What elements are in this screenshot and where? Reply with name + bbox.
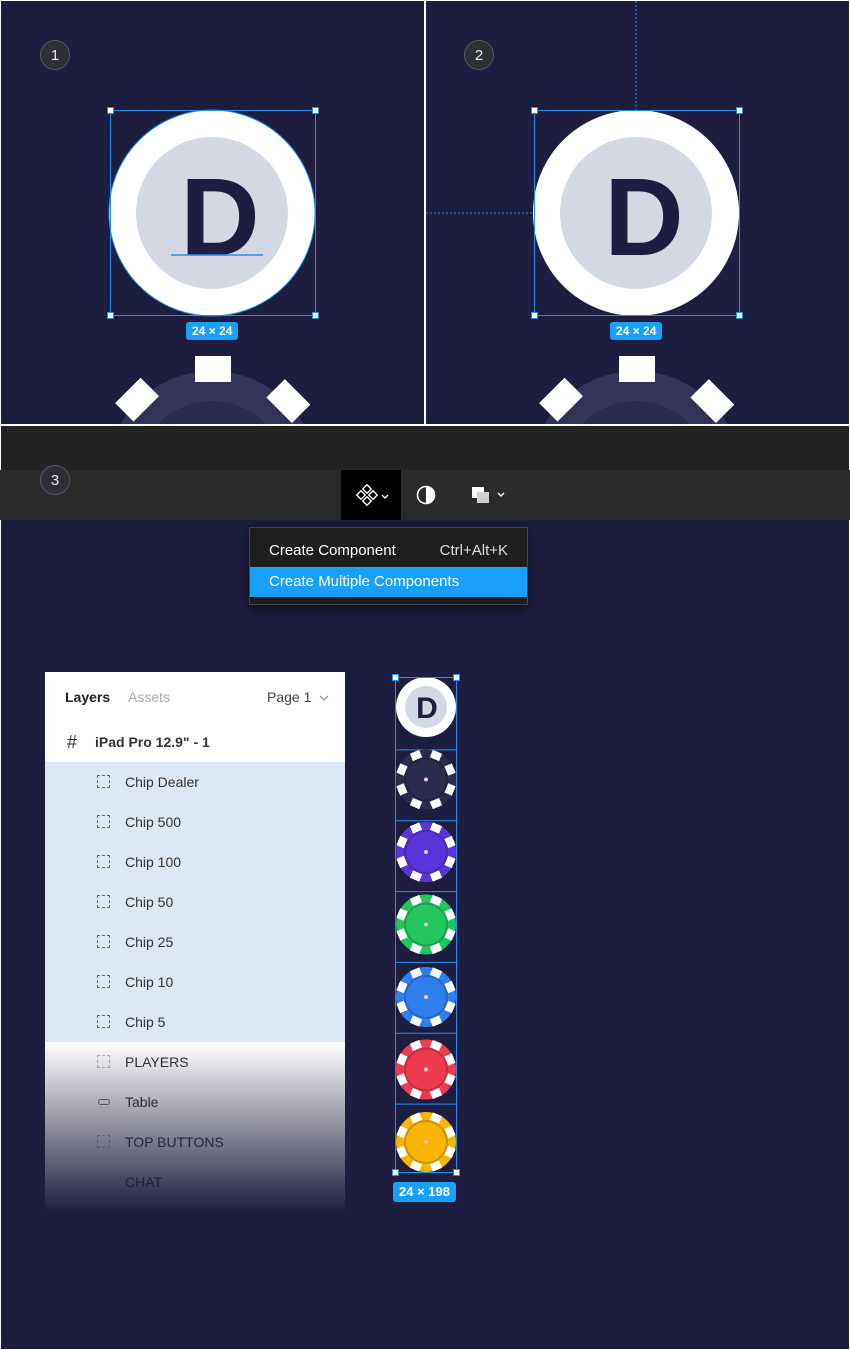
- frame-icon: #: [67, 732, 78, 752]
- layer-row[interactable]: Chip Dealer: [45, 762, 345, 802]
- dimension-label: 24 × 24: [610, 322, 663, 340]
- group-icon: [97, 895, 110, 908]
- group-icon: [97, 1015, 110, 1028]
- selection-frame: [110, 110, 316, 316]
- layer-label: TOP BUTTONS: [125, 1134, 224, 1150]
- dimension-label: 24 × 198: [393, 1182, 456, 1202]
- boolean-icon: [472, 487, 505, 503]
- resize-handle-tr[interactable]: [453, 674, 460, 681]
- tab-assets[interactable]: Assets: [128, 689, 170, 705]
- rectangle-icon: [98, 1099, 110, 1105]
- menu-item-shortcut: Ctrl+Alt+K: [439, 542, 508, 559]
- group-icon: [97, 935, 110, 948]
- menu-item-label: Create Component: [269, 542, 396, 559]
- resize-handle-br[interactable]: [736, 312, 743, 319]
- layer-label: Chip 500: [125, 814, 182, 830]
- menu-item-create-multiple-components[interactable]: Create Multiple Components: [250, 567, 527, 597]
- mask-icon: [416, 485, 436, 505]
- layer-row[interactable]: Table: [45, 1082, 345, 1122]
- layer-label: Chip Dealer: [125, 774, 199, 790]
- layer-label: Chip 10: [125, 974, 174, 990]
- layer-label: CHAT: [125, 1174, 163, 1190]
- resize-handle-tr[interactable]: [736, 107, 743, 114]
- group-icon: [97, 1055, 110, 1068]
- layer-label: iPad Pro 12.9" - 1: [95, 734, 210, 750]
- panel-3-top-band: [1, 426, 849, 470]
- resize-handle-bl[interactable]: [531, 312, 538, 319]
- mask-button[interactable]: [404, 470, 448, 520]
- layer-row[interactable]: Chip 10: [45, 962, 345, 1002]
- layer-row[interactable]: CHAT: [45, 1162, 345, 1202]
- layer-row[interactable]: Chip 50: [45, 882, 345, 922]
- layer-row[interactable]: Chip 5: [45, 1002, 345, 1042]
- layer-row[interactable]: PLAYERS: [45, 1042, 345, 1082]
- resize-handle-tl[interactable]: [107, 107, 114, 114]
- page-selector[interactable]: Page 1: [267, 689, 329, 705]
- layer-row[interactable]: Chip 25: [45, 922, 345, 962]
- selection-frame: [534, 110, 740, 316]
- layer-frame-row[interactable]: # iPad Pro 12.9" - 1: [45, 722, 345, 762]
- page-selector-label: Page 1: [267, 689, 312, 705]
- menu-item-create-component[interactable]: Create Component Ctrl+Alt+K: [250, 536, 527, 566]
- resize-handle-br[interactable]: [312, 312, 319, 319]
- group-icon: [97, 815, 110, 828]
- group-icon: [97, 1135, 110, 1148]
- chevron-down-icon: [319, 695, 329, 701]
- group-icon: [97, 975, 110, 988]
- group-icon: [97, 855, 110, 868]
- menu-item-label: Create Multiple Components: [269, 573, 460, 590]
- boolean-button[interactable]: [458, 470, 514, 520]
- dimension-label: 24 × 24: [186, 322, 239, 340]
- resize-handle-bl[interactable]: [392, 1169, 399, 1176]
- resize-handle-bl[interactable]: [107, 312, 114, 319]
- layer-label: PLAYERS: [125, 1054, 189, 1070]
- layer-label: Chip 100: [125, 854, 182, 870]
- selection-frame: [395, 677, 457, 1173]
- layer-row[interactable]: Chip 500: [45, 802, 345, 842]
- layer-label: Chip 50: [125, 894, 174, 910]
- layer-row[interactable]: TOP BUTTONS: [45, 1122, 345, 1162]
- canvas-panel-2: 2 D 24 × 24: [426, 1, 849, 424]
- resize-handle-tr[interactable]: [312, 107, 319, 114]
- component-button[interactable]: [341, 470, 401, 520]
- layer-label: Chip 5: [125, 1014, 166, 1030]
- layer-row[interactable]: Chip 100: [45, 842, 345, 882]
- component-icon: [355, 483, 389, 507]
- chip-stack[interactable]: D: [390, 673, 462, 1177]
- layer-label: Table: [125, 1094, 159, 1110]
- tab-layers[interactable]: Layers: [65, 689, 110, 705]
- group-icon: [97, 775, 110, 788]
- resize-handle-tl[interactable]: [531, 107, 538, 114]
- resize-handle-tl[interactable]: [392, 674, 399, 681]
- component-menu: Create Component Ctrl+Alt+K Create Multi…: [249, 527, 528, 605]
- toolbar: [0, 470, 850, 520]
- layers-panel: Layers Assets Page 1 # iPad Pro 12.9" - …: [45, 672, 345, 1212]
- layer-label: Chip 25: [125, 934, 174, 950]
- step-badge-3: 3: [40, 465, 70, 495]
- canvas-panel-1: 1 D 24 × 24: [1, 1, 424, 424]
- resize-handle-br[interactable]: [453, 1169, 460, 1176]
- layers-panel-header: Layers Assets Page 1: [45, 672, 345, 723]
